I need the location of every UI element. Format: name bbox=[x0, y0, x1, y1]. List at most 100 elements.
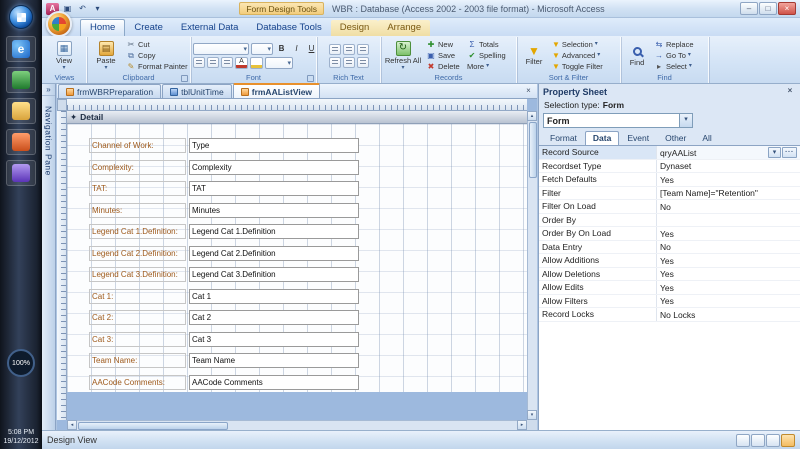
property-row-fetch-defaults[interactable]: Fetch Defaults Yes bbox=[539, 173, 800, 187]
navigation-pane-collapsed[interactable]: » Navigation Pane bbox=[42, 84, 56, 430]
property-tab-event[interactable]: Event bbox=[619, 131, 657, 145]
cut-button[interactable]: ✂ Cut bbox=[124, 39, 188, 50]
property-row-allow-filters[interactable]: Allow Filters Yes bbox=[539, 294, 800, 308]
italic-button[interactable]: I bbox=[290, 43, 303, 55]
qat-dropdown-icon[interactable]: ▾ bbox=[91, 3, 104, 15]
property-tab-format[interactable]: Format bbox=[542, 131, 585, 145]
control-textbox[interactable]: Legend Cat 3.Definition bbox=[189, 267, 359, 282]
property-value[interactable]: Yes bbox=[657, 281, 800, 294]
maximize-button[interactable]: □ bbox=[759, 2, 777, 15]
view-button[interactable]: ▦ View ▾ bbox=[45, 38, 83, 73]
property-value[interactable]: Yes bbox=[657, 227, 800, 240]
horizontal-scroll-thumb[interactable] bbox=[78, 422, 228, 430]
spelling-button[interactable]: ✔ Spelling bbox=[465, 50, 513, 61]
property-row-order-by-on-load[interactable]: Order By On Load Yes bbox=[539, 227, 800, 241]
paste-button[interactable]: ▤ Paste ▾ bbox=[89, 38, 123, 73]
ribbon-tab-database-tools[interactable]: Database Tools bbox=[247, 20, 330, 36]
ribbon-tab-external-data[interactable]: External Data bbox=[172, 20, 248, 36]
property-tab-other[interactable]: Other bbox=[657, 131, 694, 145]
property-value[interactable]: Yes bbox=[657, 173, 800, 186]
control-label[interactable]: Cat 1: bbox=[89, 288, 186, 304]
property-value[interactable]: Yes bbox=[657, 295, 800, 308]
text-direction-button[interactable] bbox=[342, 56, 355, 68]
taskbar-clock[interactable]: 5:08 PM 19/12/2012 bbox=[0, 428, 42, 446]
start-button[interactable] bbox=[9, 5, 33, 29]
control-label[interactable]: Complexity: bbox=[89, 159, 186, 175]
paragraph-button[interactable] bbox=[356, 56, 369, 68]
nav-expand-icon[interactable]: » bbox=[42, 84, 55, 96]
property-tab-all[interactable]: All bbox=[694, 131, 719, 145]
indent-increase-button[interactable] bbox=[328, 56, 341, 68]
design-grid[interactable]: Channel of Work: Type Complexity: Complexit… bbox=[67, 124, 527, 392]
control-label[interactable]: Cat 3: bbox=[89, 331, 186, 347]
property-value[interactable]: Yes bbox=[657, 268, 800, 281]
detail-section-bar[interactable]: ✦ Detail bbox=[67, 111, 527, 124]
align-left-button[interactable] bbox=[193, 57, 205, 68]
scroll-right-arrow[interactable]: ▸ bbox=[517, 420, 527, 430]
document-close-button[interactable]: × bbox=[523, 86, 534, 97]
document-tab-tblunittime[interactable]: tblUnitTime bbox=[162, 84, 232, 98]
property-sheet-close-button[interactable]: × bbox=[784, 86, 796, 97]
combo-dropdown-icon[interactable]: ▾ bbox=[679, 114, 692, 127]
property-row-recordset-type[interactable]: Recordset Type Dynaset bbox=[539, 159, 800, 173]
property-row-order-by[interactable]: Order By bbox=[539, 213, 800, 227]
control-label[interactable]: Team Name: bbox=[89, 353, 186, 368]
new-record-button[interactable]: ✚ New bbox=[424, 39, 464, 50]
office-button[interactable] bbox=[46, 11, 72, 37]
datasheet-view-button[interactable] bbox=[751, 433, 765, 447]
gridlines-combo[interactable] bbox=[265, 56, 293, 69]
toggle-filter-button[interactable]: ▼ Toggle Filter bbox=[550, 61, 618, 72]
horizontal-scrollbar[interactable]: ◂ ▸ bbox=[67, 420, 527, 430]
font-dialog-launcher[interactable] bbox=[307, 75, 314, 82]
property-row-filter[interactable]: Filter [Team Name]="Retention" bbox=[539, 186, 800, 200]
delete-record-button[interactable]: ✖ Delete bbox=[424, 61, 464, 72]
form-selector[interactable] bbox=[57, 99, 67, 111]
control-textbox[interactable]: Legend Cat 1.Definition bbox=[189, 224, 359, 239]
object-selector-combo[interactable]: Form ▾ bbox=[543, 113, 693, 128]
goto-button[interactable]: → Go To ▾ bbox=[652, 50, 706, 61]
property-value[interactable] bbox=[657, 214, 800, 227]
design-view-button[interactable] bbox=[781, 433, 795, 447]
control-textbox[interactable]: TAT bbox=[189, 181, 359, 196]
find-button[interactable]: Find bbox=[623, 38, 651, 73]
control-textbox[interactable]: Complexity bbox=[189, 159, 359, 175]
property-value[interactable]: Yes bbox=[657, 254, 800, 267]
control-textbox[interactable]: Cat 3 bbox=[189, 331, 359, 347]
property-value[interactable]: qryAAList ▾... bbox=[657, 146, 800, 159]
control-textbox[interactable]: Cat 2 bbox=[189, 310, 359, 325]
refresh-all-button[interactable]: ↻ Refresh All ▾ bbox=[383, 38, 423, 73]
control-label[interactable]: Legend Cat 1.Definition: bbox=[89, 224, 186, 239]
scroll-left-arrow[interactable]: ◂ bbox=[67, 420, 77, 430]
filter-button[interactable]: ▼ Filter bbox=[519, 38, 549, 73]
save-record-button[interactable]: ▣ Save bbox=[424, 50, 464, 61]
ribbon-tab-create[interactable]: Create bbox=[125, 20, 172, 36]
font-size-combo[interactable] bbox=[251, 42, 273, 55]
control-textbox[interactable]: Minutes bbox=[189, 202, 359, 218]
control-textbox[interactable]: Cat 1 bbox=[189, 288, 359, 304]
property-row-allow-edits[interactable]: Allow Edits Yes bbox=[539, 281, 800, 295]
control-textbox[interactable]: Type bbox=[189, 138, 359, 153]
control-label[interactable]: Legend Cat 2.Definition: bbox=[89, 245, 186, 261]
align-right-button[interactable] bbox=[221, 57, 233, 68]
vertical-scroll-thumb[interactable] bbox=[529, 122, 537, 178]
select-button[interactable]: ▸ Select ▾ bbox=[652, 61, 706, 72]
control-textbox[interactable]: AACode Comments bbox=[189, 374, 359, 390]
numbering-button[interactable] bbox=[342, 43, 355, 55]
font-name-combo[interactable] bbox=[193, 42, 249, 55]
ribbon-tab-design[interactable]: Design bbox=[330, 20, 379, 36]
bullets-button[interactable] bbox=[328, 43, 341, 55]
clipboard-dialog-launcher[interactable] bbox=[181, 75, 188, 82]
scroll-down-arrow[interactable]: ▾ bbox=[527, 410, 537, 420]
minimize-button[interactable]: – bbox=[740, 2, 758, 15]
taskbar-item-app-orange[interactable] bbox=[6, 129, 36, 155]
font-color-button[interactable]: A bbox=[235, 56, 248, 69]
control-label[interactable]: Channel of Work: bbox=[89, 138, 186, 153]
more-button[interactable]: More ▾ bbox=[465, 61, 513, 72]
bold-button[interactable]: B bbox=[275, 43, 288, 55]
property-row-data-entry[interactable]: Data Entry No bbox=[539, 240, 800, 254]
align-center-button[interactable] bbox=[207, 57, 219, 68]
document-tab-frmwbrpreparation[interactable]: frmWBRPreparation bbox=[58, 84, 162, 98]
property-value[interactable]: No Locks bbox=[657, 308, 800, 321]
copy-button[interactable]: ⧉ Copy bbox=[124, 50, 188, 61]
format-painter-button[interactable]: ✎ Format Painter bbox=[124, 61, 188, 72]
